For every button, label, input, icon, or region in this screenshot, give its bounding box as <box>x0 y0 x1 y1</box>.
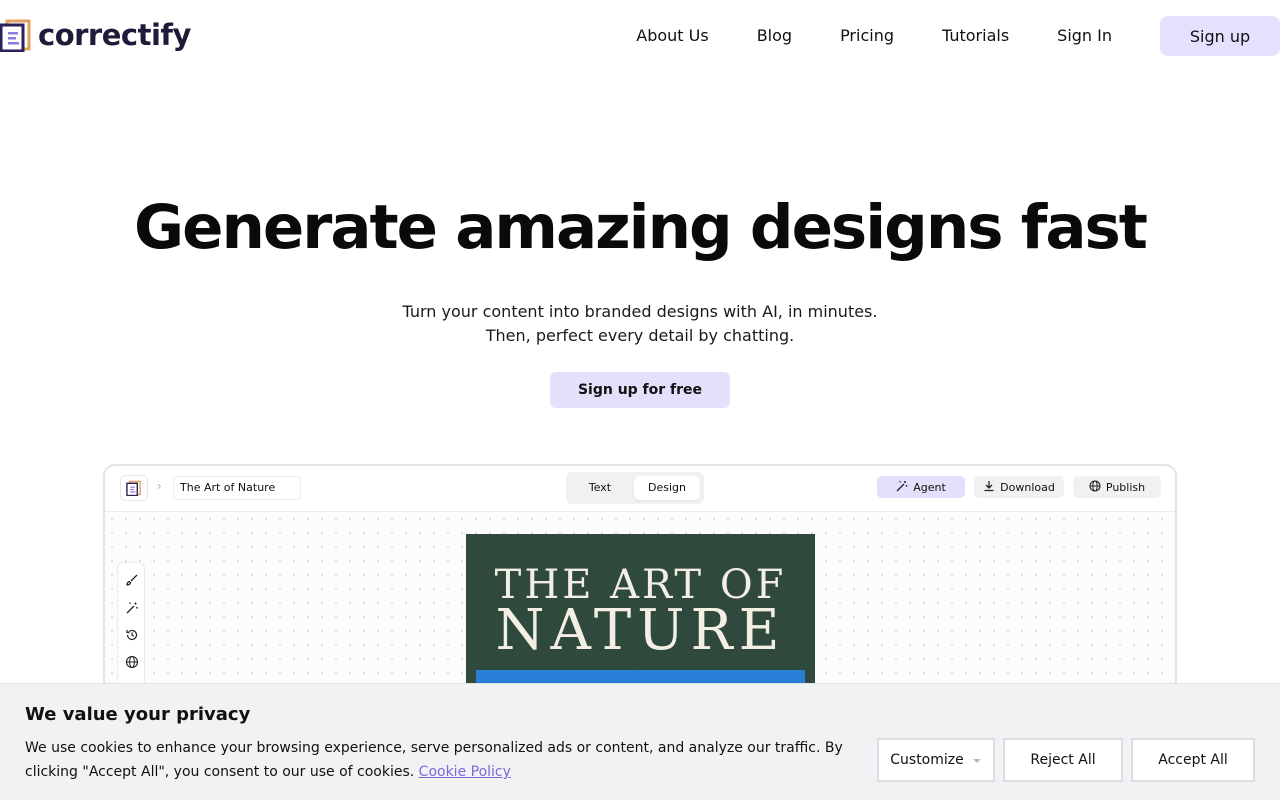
download-label: Download <box>1000 480 1055 494</box>
tab-design[interactable]: Design <box>634 476 700 500</box>
globe-icon[interactable] <box>123 653 141 671</box>
magic-wand-icon[interactable] <box>123 599 141 617</box>
history-icon[interactable] <box>123 626 141 644</box>
accept-all-button[interactable]: Accept All <box>1131 738 1255 782</box>
agent-label: Agent <box>913 480 946 494</box>
nav-sign-in[interactable]: Sign In <box>1057 16 1112 56</box>
publish-label: Publish <box>1105 480 1146 494</box>
hero-subtitle: Turn your content into branded designs w… <box>0 300 1280 348</box>
cookie-title: We value your privacy <box>25 704 251 725</box>
hero-title: Generate amazing designs fast <box>134 192 1148 263</box>
nav-about-us[interactable]: About Us <box>636 16 708 56</box>
logo-mark-icon <box>0 18 32 53</box>
hero-subtitle-line1: Turn your content into branded designs w… <box>402 302 878 321</box>
globe-icon <box>1089 479 1101 495</box>
sign-up-button[interactable]: Sign up <box>1160 16 1280 56</box>
download-icon <box>983 480 995 495</box>
cookie-policy-link[interactable]: Cookie Policy <box>419 764 511 780</box>
chevron-right-icon: › <box>157 479 162 493</box>
brush-icon[interactable] <box>123 571 141 589</box>
site-header: correctify About Us Blog Pricing Tutoria… <box>0 0 1280 72</box>
app-logo-icon[interactable] <box>120 475 148 501</box>
nav-pricing[interactable]: Pricing <box>840 16 894 56</box>
publish-button[interactable]: Publish <box>1073 476 1161 498</box>
nav-tutorials[interactable]: Tutorials <box>942 16 1009 56</box>
logo-text: correctify <box>38 18 191 52</box>
tab-text[interactable]: Text <box>570 476 630 500</box>
nav-blog[interactable]: Blog <box>757 16 792 56</box>
hero-subtitle-line2: Then, perfect every detail by chatting. <box>485 326 795 345</box>
customize-label: Customize <box>890 752 964 768</box>
cover-title-line2: NATURE <box>495 598 786 663</box>
magic-wand-icon <box>896 480 908 495</box>
mode-toggle: Text Design <box>566 472 704 504</box>
download-button[interactable]: Download <box>974 476 1064 498</box>
agent-button[interactable]: Agent <box>877 476 965 498</box>
logo[interactable]: correctify <box>0 18 191 53</box>
cookie-banner: We value your privacy We use cookies to … <box>0 683 1280 800</box>
preview-toolbar: › The Art of Nature Text Design Agent Do… <box>105 466 1175 512</box>
main-nav: About Us Blog Pricing Tutorials Sign In … <box>636 16 1280 56</box>
chevron-down-icon <box>972 752 982 768</box>
customize-button[interactable]: Customize <box>877 738 995 782</box>
sign-up-free-button[interactable]: Sign up for free <box>550 372 730 408</box>
cookie-text: We use cookies to enhance your browsing … <box>25 736 855 784</box>
document-title-input[interactable]: The Art of Nature <box>173 476 301 500</box>
reject-all-button[interactable]: Reject All <box>1003 738 1123 782</box>
